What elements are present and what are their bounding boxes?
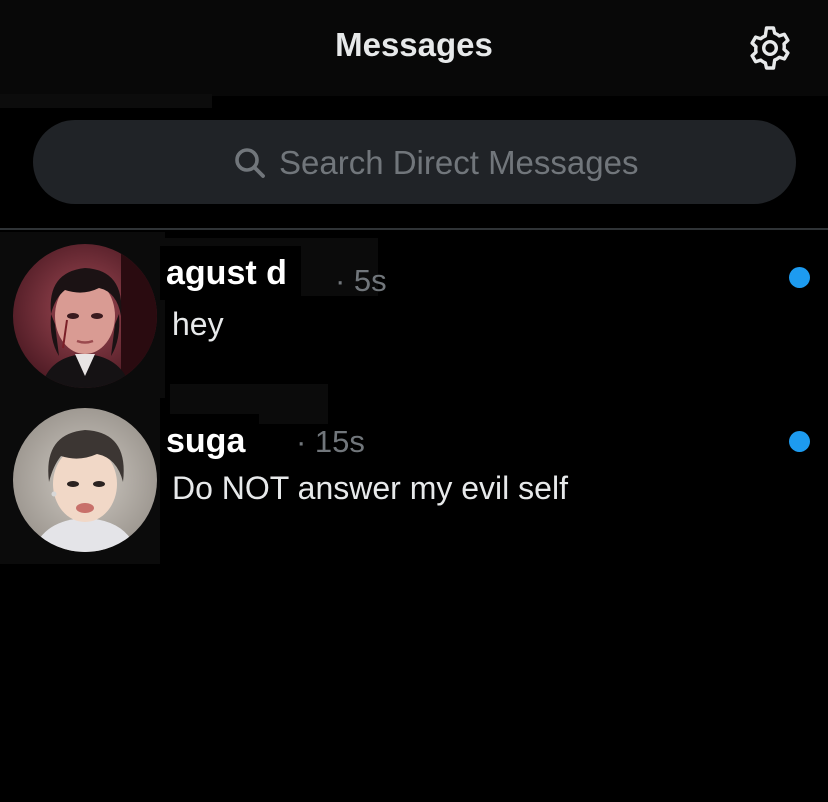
conversation-item[interactable]: suga · 15s Do NOT answer my evil self — [0, 384, 828, 564]
conversation-preview: hey — [172, 306, 224, 342]
search-input[interactable]: Search Direct Messages — [33, 120, 796, 204]
page-title: Messages — [335, 26, 493, 63]
avatar[interactable] — [13, 408, 157, 552]
conversation-time: · 5s — [335, 263, 387, 298]
divider — [0, 228, 828, 230]
conversation-name: agust d — [160, 246, 301, 300]
gear-icon — [750, 26, 790, 70]
search-icon — [235, 148, 265, 178]
header-shadow — [0, 94, 212, 108]
header-bar: Messages — [0, 0, 828, 96]
settings-button[interactable] — [744, 22, 796, 74]
conversation-item[interactable]: agust d · 5s hey — [0, 232, 828, 398]
conversation-preview: Do NOT answer my evil self — [172, 470, 568, 506]
unread-dot — [789, 431, 810, 452]
unread-dot — [789, 267, 810, 288]
conversation-name: suga — [160, 414, 260, 468]
avatar[interactable] — [13, 244, 157, 388]
search-placeholder: Search Direct Messages — [279, 144, 639, 181]
conversation-time: · 15s — [296, 424, 365, 459]
